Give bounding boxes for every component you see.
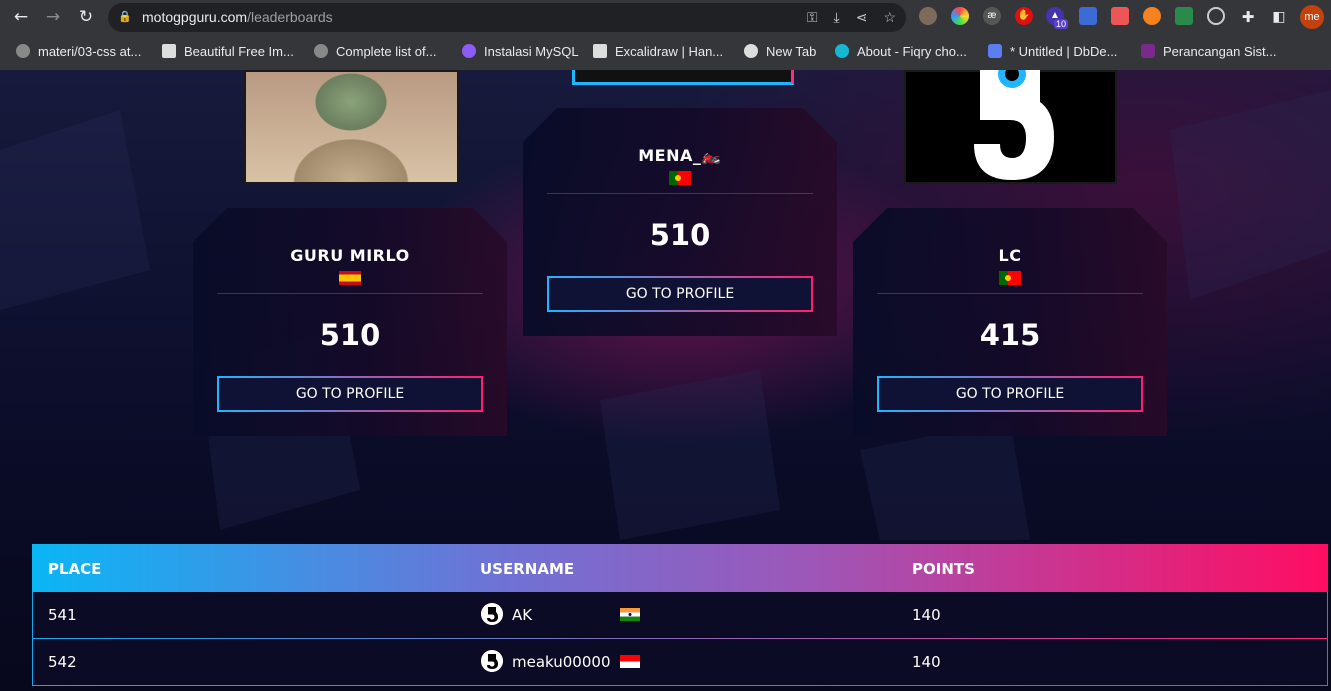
player-name: MENA_🏍️ (638, 146, 722, 165)
row-points: 140 (912, 606, 941, 624)
lock-icon: 🔒 (118, 11, 132, 23)
leaderboard-page: GURU MIRLO 510 GO TO PROFILE MENA_🏍️ 510… (0, 70, 1331, 691)
extension-icon[interactable]: ✋ (1015, 7, 1033, 25)
bookmark-item[interactable]: Instalasi MySQL (462, 44, 579, 59)
site-icon (1141, 44, 1155, 58)
excalidraw-icon (593, 44, 607, 58)
extension-icon[interactable] (1207, 7, 1225, 25)
key-icon[interactable]: ⚿ (807, 9, 818, 25)
browser-chrome: ← → ↻ 🔒 motogpguru.com/leaderboards ⚿ ⤓ ⋖ ☆… (0, 0, 1331, 70)
back-icon[interactable]: ← (8, 5, 34, 29)
row-points: 140 (912, 653, 941, 671)
sidebar-icon[interactable]: ◧ (1266, 5, 1292, 29)
podium-card-second: GURU MIRLO 510 GO TO PROFILE (193, 208, 507, 436)
avatar-image (904, 70, 1117, 184)
avatar-image (244, 70, 459, 184)
gitbook-icon (462, 44, 476, 58)
extension-icon[interactable] (1143, 7, 1161, 25)
bookmarks-bar: materi/03-css at... Beautiful Free Im...… (0, 36, 1331, 69)
bookmark-item[interactable]: materi/03-css at... (16, 44, 141, 59)
extension-icon[interactable] (951, 7, 969, 25)
indonesia-flag-icon (620, 655, 640, 668)
browser-toolbar: ← → ↻ 🔒 motogpguru.com/leaderboards ⚿ ⤓ ⋖ ☆… (0, 0, 1331, 35)
star-icon[interactable]: ☆ (883, 9, 896, 25)
go-to-profile-button[interactable]: GO TO PROFILE (547, 276, 813, 312)
bookmark-item[interactable]: Beautiful Free Im... (162, 44, 294, 59)
share-icon[interactable]: ⋖ (856, 9, 868, 25)
site-icon (835, 44, 849, 58)
portugal-flag-icon (669, 171, 691, 185)
podium-card-first: MENA_🏍️ 510 GO TO PROFILE (523, 108, 837, 336)
row-username[interactable]: meaku00000 (512, 639, 610, 685)
row-place: 541 (48, 606, 77, 624)
table-row[interactable]: 541 AK 140 (32, 592, 1328, 639)
column-header-points: POINTS (912, 560, 975, 578)
globe-icon (744, 44, 758, 58)
table-row[interactable]: 542 meaku00000 140 (32, 639, 1328, 686)
bookmark-item[interactable]: New Tab (744, 44, 816, 59)
spain-flag-icon (339, 271, 361, 285)
extension-icon[interactable] (1079, 7, 1097, 25)
table-header: PLACE USERNAME POINTS (32, 544, 1328, 592)
extension-icon[interactable]: æ (983, 7, 1001, 25)
extension-icon[interactable] (1111, 7, 1129, 25)
avatar-frame (572, 70, 794, 85)
url-host: motogpguru.com (142, 9, 248, 25)
bookmark-item[interactable]: Perancangan Sist... (1141, 44, 1276, 59)
unsplash-icon (162, 44, 176, 58)
player-name: LC (998, 246, 1022, 265)
extension-icon[interactable] (919, 7, 937, 25)
user-avatar-icon (481, 603, 503, 625)
go-to-profile-button[interactable]: GO TO PROFILE (877, 376, 1143, 412)
github-icon (314, 44, 328, 58)
card-divider (547, 193, 813, 194)
bookmark-item[interactable]: Excalidraw | Han... (593, 44, 723, 59)
bookmark-item[interactable]: About - Fiqry cho... (835, 44, 967, 59)
user-avatar-icon (481, 650, 503, 672)
address-bar[interactable]: 🔒 motogpguru.com/leaderboards ⚿ ⤓ ⋖ ☆ (108, 3, 906, 32)
column-header-place: PLACE (48, 560, 102, 578)
extension-icon[interactable] (1175, 7, 1193, 25)
india-flag-icon (620, 608, 640, 621)
github-icon (16, 44, 30, 58)
bookmark-item[interactable]: Complete list of... (314, 44, 436, 59)
portugal-flag-icon (999, 271, 1021, 285)
row-place: 542 (48, 653, 77, 671)
bookmark-item[interactable]: * Untitled | DbDe... (988, 44, 1117, 59)
player-points: 510 (649, 218, 711, 252)
card-divider (217, 293, 483, 294)
avatar[interactable]: me (1300, 5, 1324, 29)
player-points: 415 (979, 318, 1041, 352)
column-header-username: USERNAME (480, 560, 575, 578)
player-points: 510 (319, 318, 381, 352)
guru-logo-icon (974, 70, 1054, 180)
extension-badge: 10 (1054, 19, 1069, 29)
puzzle-icon[interactable]: ✚ (1235, 5, 1261, 29)
row-username[interactable]: AK (512, 592, 532, 638)
dbdesigner-icon (988, 44, 1002, 58)
forward-icon[interactable]: → (40, 5, 66, 29)
leaderboard-table: PLACE USERNAME POINTS 541 AK 140 542 mea… (32, 544, 1328, 686)
reload-icon[interactable]: ↻ (73, 5, 99, 29)
player-name: GURU MIRLO (290, 246, 410, 265)
podium-card-third: LC 415 GO TO PROFILE (853, 208, 1167, 436)
go-to-profile-button[interactable]: GO TO PROFILE (217, 376, 483, 412)
card-divider (877, 293, 1143, 294)
install-icon[interactable]: ⤓ (834, 9, 840, 25)
url-path: /leaderboards (247, 9, 333, 25)
